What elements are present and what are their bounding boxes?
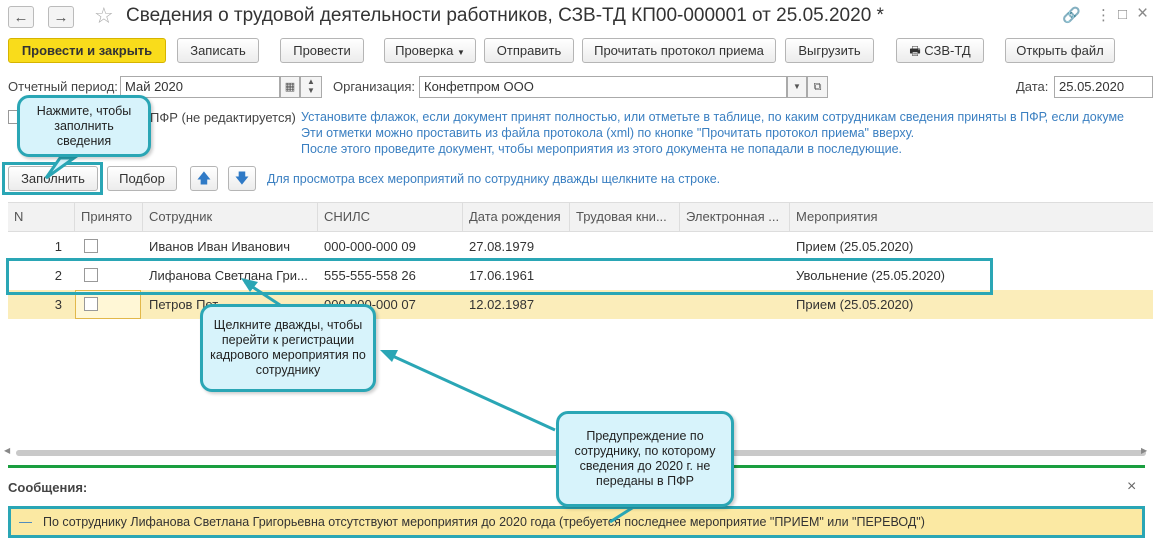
callout-fill-hint: Нажмите, чтобы заполнить сведения <box>17 95 151 157</box>
callout-row-hint: Щелкните дважды, чтобы перейти к регистр… <box>200 304 376 392</box>
callout-warning-hint: Предупреждение по сотруднику, по котором… <box>556 411 734 507</box>
